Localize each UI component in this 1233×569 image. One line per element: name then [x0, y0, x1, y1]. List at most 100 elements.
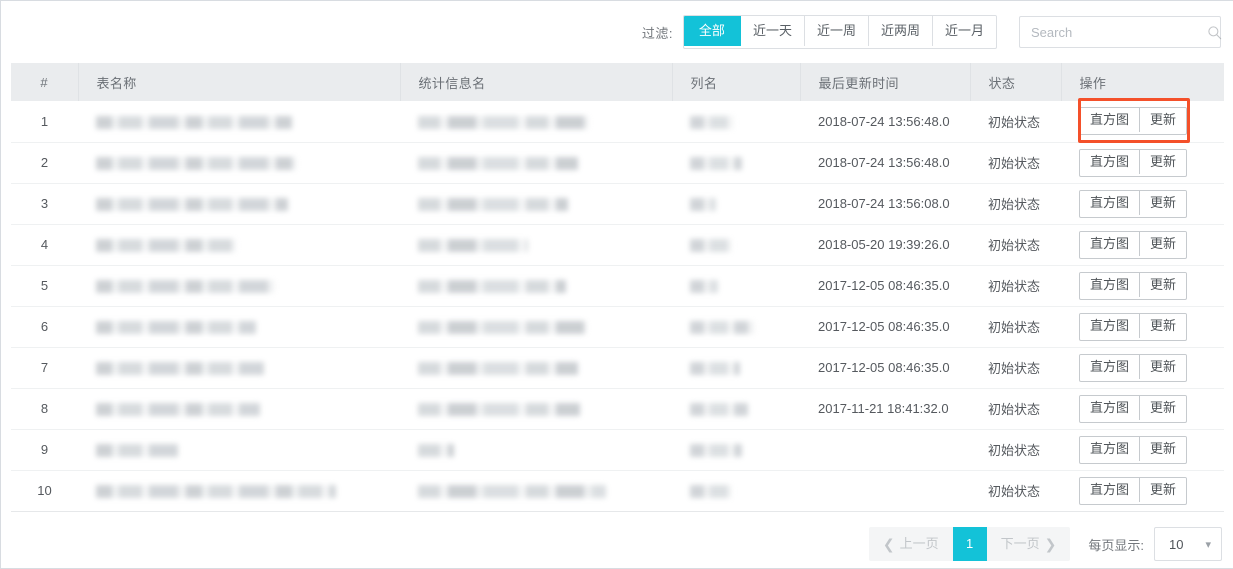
- pagination-bar: ❮ 上一页 1 下一页 ❯ 每页显示: 10 ▾: [11, 519, 1224, 569]
- redacted-text: [418, 321, 586, 335]
- redacted-text: [96, 362, 264, 376]
- redacted-text: [418, 280, 566, 294]
- histogram-button[interactable]: 直方图: [1080, 108, 1141, 133]
- table-head: # 表名称 统计信息名 列名 最后更新时间 状态 操作: [11, 63, 1224, 101]
- last-update-time: 2018-07-24 13:56:48.0: [818, 155, 950, 170]
- column-name-cell: [672, 306, 800, 348]
- histogram-button[interactable]: 直方图: [1080, 190, 1141, 215]
- redacted-text: [418, 362, 578, 376]
- update-button[interactable]: 更新: [1140, 272, 1187, 297]
- column-header-status: 状态: [970, 63, 1062, 101]
- histogram-button[interactable]: 直方图: [1080, 395, 1141, 420]
- table-name-cell: [78, 347, 400, 389]
- filter-option-two-weeks[interactable]: 近两周: [868, 16, 933, 46]
- row-index-cell: 3: [11, 183, 78, 225]
- row-action-group: 直方图 更新: [1079, 435, 1188, 464]
- table-name-cell: [78, 429, 400, 471]
- page-number-1[interactable]: 1: [952, 527, 987, 561]
- redacted-text: [418, 115, 588, 129]
- update-button[interactable]: 更新: [1140, 149, 1187, 174]
- column-name-cell: [672, 265, 800, 307]
- row-action-group: 直方图 更新: [1079, 230, 1188, 259]
- last-update-time: 2017-12-05 08:46:35.0: [818, 278, 950, 293]
- search-icon[interactable]: [1207, 25, 1222, 40]
- filter-option-one-day[interactable]: 近一天: [740, 16, 805, 46]
- update-button[interactable]: 更新: [1140, 231, 1187, 256]
- redacted-text: [96, 157, 296, 171]
- row-index-cell: 4: [11, 224, 78, 266]
- column-header-last-update-time: 最后更新时间: [800, 63, 971, 101]
- row-index: 2: [40, 155, 49, 170]
- status-text: 初始状态: [988, 320, 1041, 335]
- table-row: 4 2018-05-20 19:39:26.0 初始状态 直方图 更新: [11, 224, 1224, 266]
- actions-cell: 直方图 更新: [1061, 183, 1224, 225]
- filter-option-one-month[interactable]: 近一月: [932, 16, 996, 46]
- update-button[interactable]: 更新: [1140, 190, 1187, 215]
- row-index: 1: [40, 113, 49, 129]
- per-page-label: 每页显示:: [1088, 537, 1144, 553]
- column-name-cell: [672, 429, 800, 471]
- row-index: 6: [40, 319, 49, 334]
- update-button[interactable]: 更新: [1140, 436, 1187, 461]
- row-index-cell: 7: [11, 347, 78, 389]
- histogram-button[interactable]: 直方图: [1080, 149, 1141, 174]
- status-text: 初始状态: [988, 361, 1041, 376]
- row-action-group: 直方图 更新: [1079, 353, 1188, 382]
- histogram-button[interactable]: 直方图: [1080, 231, 1141, 256]
- column-name-cell: [672, 470, 800, 512]
- next-page-button[interactable]: 下一页 ❯: [987, 527, 1071, 561]
- table-row: 5 2017-12-05 08:46:35.0 初始状态 直方图 更新: [11, 265, 1224, 307]
- update-button[interactable]: 更新: [1140, 395, 1187, 420]
- table-row: 2 2018-07-24 13:56:48.0 初始状态 直方图 更新: [11, 142, 1224, 184]
- actions-cell: 直方图 更新: [1061, 470, 1224, 512]
- histogram-button[interactable]: 直方图: [1080, 477, 1141, 502]
- redacted-text: [690, 115, 734, 129]
- table-row: 3 2018-07-24 13:56:08.0 初始状态 直方图 更新: [11, 183, 1224, 225]
- status-cell: 初始状态: [970, 224, 1061, 266]
- histogram-button[interactable]: 直方图: [1080, 313, 1141, 338]
- status-cell: 初始状态: [970, 429, 1061, 471]
- update-button[interactable]: 更新: [1140, 354, 1187, 379]
- filter-option-one-week[interactable]: 近一周: [804, 16, 869, 46]
- column-name-cell: [672, 388, 800, 430]
- row-action-group: 直方图 更新: [1079, 394, 1188, 423]
- redacted-text: [690, 362, 740, 376]
- update-button[interactable]: 更新: [1140, 313, 1187, 338]
- row-action-group: 直方图 更新: [1079, 189, 1188, 218]
- redacted-text: [418, 485, 606, 499]
- per-page-select[interactable]: 10 ▾: [1154, 527, 1222, 561]
- row-index: 10: [37, 483, 52, 498]
- prev-page-button[interactable]: ❮ 上一页: [869, 527, 953, 561]
- redacted-text: [96, 280, 274, 294]
- table-name-cell: [78, 265, 400, 307]
- redacted-text: [418, 239, 528, 253]
- pagination-controls: ❮ 上一页 1 下一页 ❯: [868, 527, 1071, 561]
- stat-info-name-cell: [400, 429, 672, 471]
- histogram-button[interactable]: 直方图: [1080, 354, 1141, 379]
- update-button[interactable]: 更新: [1140, 108, 1187, 133]
- row-index-cell: 1: [11, 101, 78, 143]
- redacted-text: [96, 444, 178, 458]
- actions-cell: 直方图 更新: [1061, 347, 1224, 389]
- statistics-page: 过滤: 全部 近一天 近一周 近两周 近一月 Search # 表名称 统计信息…: [0, 0, 1233, 569]
- stat-info-name-cell: [400, 101, 672, 143]
- column-header-column-name: 列名: [672, 63, 801, 101]
- search-box[interactable]: [1019, 16, 1222, 48]
- update-button[interactable]: 更新: [1140, 477, 1187, 502]
- column-header-index: #: [11, 63, 79, 101]
- stat-info-name-cell: [400, 224, 672, 266]
- search-input[interactable]: [1031, 24, 1207, 40]
- row-action-group: 直方图 更新: [1079, 107, 1188, 136]
- histogram-button[interactable]: 直方图: [1080, 272, 1141, 297]
- column-name-cell: [672, 347, 800, 389]
- filter-option-all[interactable]: 全部: [683, 16, 741, 46]
- last-update-time-cell: 2017-11-21 18:41:32.0: [800, 388, 970, 430]
- redacted-text: [690, 485, 732, 499]
- prev-page-label: 上一页: [899, 536, 939, 551]
- table-header-row: # 表名称 统计信息名 列名 最后更新时间 状态 操作: [11, 63, 1224, 101]
- status-text: 初始状态: [988, 114, 1041, 130]
- actions-cell: 直方图 更新: [1061, 142, 1224, 184]
- histogram-button[interactable]: 直方图: [1080, 436, 1141, 461]
- status-cell: 初始状态: [970, 347, 1061, 389]
- last-update-time-cell: 2018-05-20 19:39:26.0: [800, 224, 970, 266]
